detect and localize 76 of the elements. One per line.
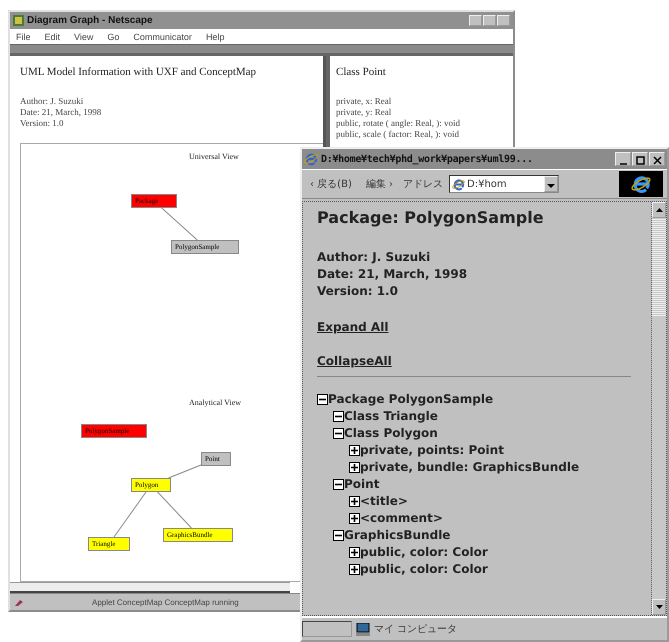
info-line: Version: 1.0 — [20, 118, 64, 129]
expand-icon[interactable] — [349, 564, 360, 575]
page-heading: Package: PolygonSample — [317, 208, 545, 227]
window-title: Diagram Graph - Netscape — [27, 15, 153, 26]
tree-item[interactable]: Package PolygonSample — [328, 391, 494, 408]
connector-line — [168, 464, 202, 478]
arrow-up-icon — [656, 208, 662, 212]
expand-icon[interactable] — [349, 462, 360, 473]
menu-item[interactable]: Help — [206, 32, 224, 42]
connector-line — [113, 492, 147, 538]
member-line: private, y: Real — [336, 107, 392, 118]
info-line: Author: J. Suzuki — [317, 249, 432, 266]
collapse-icon[interactable] — [333, 479, 344, 490]
status-text: Applet ConceptMap ConceptMap running — [92, 598, 239, 606]
address-field[interactable]: D:¥hom — [449, 175, 560, 193]
collapse-icon[interactable] — [333, 428, 344, 439]
expand-icon[interactable] — [349, 445, 360, 456]
status-panel — [302, 621, 352, 637]
member-line: private, x: Real — [336, 96, 392, 107]
tree-item[interactable]: <comment> — [360, 510, 443, 527]
computer-icon — [356, 622, 370, 636]
class-heading: Class Point — [336, 66, 387, 78]
info-line: Date: 21, March, 1998 — [317, 266, 468, 283]
minimize-button[interactable] — [615, 152, 631, 166]
info-line: Author: J. Suzuki — [20, 96, 84, 107]
view-title: Analytical View — [189, 398, 242, 407]
expand-icon[interactable] — [349, 547, 360, 558]
horizontal-scrollbar[interactable] — [10, 582, 290, 593]
close-icon — [652, 156, 662, 165]
caret-icon — [547, 183, 556, 189]
edit-button[interactable]: 編集 › — [362, 175, 398, 193]
connector-line — [161, 208, 198, 240]
vertical-scrollbar[interactable] — [651, 202, 666, 615]
menu-item[interactable]: File — [16, 32, 31, 42]
tree-item[interactable]: Class Triangle — [344, 408, 438, 425]
collapse-icon[interactable] — [333, 411, 344, 422]
maximize-icon — [636, 156, 644, 165]
menu-item[interactable]: Communicator — [133, 32, 192, 42]
tree-item[interactable]: <title> — [360, 493, 408, 510]
maximize-button[interactable] — [632, 152, 648, 166]
menu-item[interactable]: Go — [107, 32, 120, 42]
expand-icon[interactable] — [349, 513, 360, 524]
minimize-icon — [620, 163, 626, 165]
tree-item[interactable]: private, bundle: GraphicsBundle — [360, 459, 580, 476]
menu-item[interactable]: Edit — [44, 32, 60, 42]
close-button[interactable] — [649, 152, 665, 166]
browser-icon — [304, 152, 318, 166]
back-button[interactable]: ‹ 戻る(B) — [306, 175, 356, 193]
scrollbar-thumb[interactable] — [652, 218, 666, 316]
connector-line — [157, 492, 192, 528]
link[interactable]: Expand All — [317, 320, 388, 334]
view-title: Universal View — [189, 152, 239, 161]
tree-item[interactable]: public, color: Color — [360, 561, 488, 578]
collapse-icon[interactable] — [317, 394, 328, 405]
tree-item[interactable]: Class Polygon — [344, 425, 438, 442]
link[interactable]: CollapseAll — [317, 354, 392, 368]
page-icon — [452, 178, 466, 190]
tree-item[interactable]: public, color: Color — [360, 544, 488, 561]
e-logo-icon — [631, 174, 651, 194]
arrow-down-icon — [656, 604, 662, 610]
member-line: public, rotate ( angle: Real, ): void — [336, 118, 461, 129]
address-label: アドレス — [403, 178, 444, 191]
app-icon — [13, 15, 24, 26]
info-line: Date: 21, March, 1998 — [20, 107, 102, 118]
tree-item[interactable]: Point — [344, 476, 380, 493]
page-heading: UML Model Information with UXF and ConceptMap — [20, 66, 258, 78]
window-title: D:¥home¥tech¥phd_work¥papers¥uml99... — [321, 154, 533, 164]
collapse-icon[interactable] — [333, 530, 344, 541]
tree-item[interactable]: private, points: Point — [360, 442, 504, 459]
status-text: マイ コンピュータ — [374, 623, 458, 636]
expand-icon[interactable] — [349, 496, 360, 507]
dropdown-button[interactable] — [544, 176, 558, 192]
member-line: public, scale ( factor: Real, ): void — [336, 129, 460, 140]
info-line: Version: 1.0 — [317, 283, 399, 300]
tree-item[interactable]: GraphicsBundle — [344, 527, 450, 544]
menu-item[interactable]: View — [74, 32, 94, 42]
